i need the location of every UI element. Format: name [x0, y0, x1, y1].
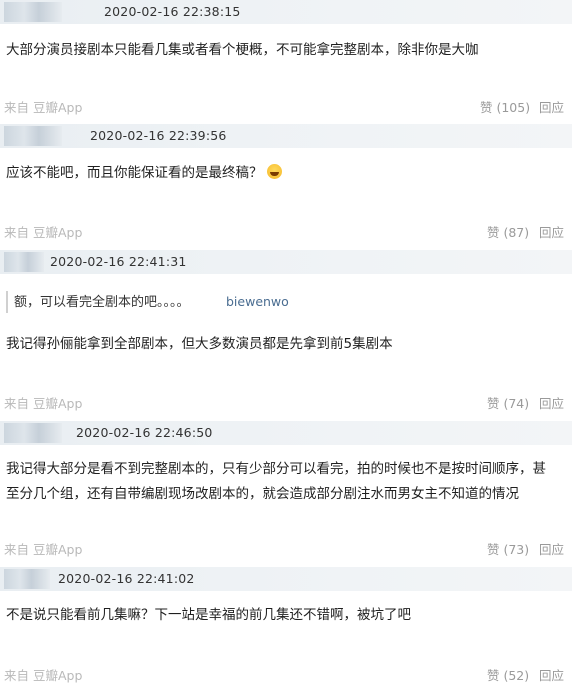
comment-footer: 来自 豆瓣App 赞 (74) 回应: [0, 393, 572, 413]
like-button[interactable]: 赞 (87): [487, 222, 529, 241]
comment-timestamp: 2020-02-16 22:46:50: [76, 425, 213, 440]
comment-text: 大部分演员接剧本只能看几集或者看个梗概，不可能拿完整剧本，除非你是大咖: [6, 42, 479, 58]
comment-header: 2020-02-16 22:39:56: [0, 124, 572, 148]
comment-source: 来自 豆瓣App: [4, 396, 83, 411]
comment-text-line-2: 至分几个组，还有自带编剧现场改剧本的，就会造成部分剧注水而男女主不知道的情况: [6, 486, 519, 502]
avatar[interactable]: [4, 252, 44, 272]
comment-header: 2020-02-16 22:38:15: [0, 0, 572, 24]
comment-source: 来自 豆瓣App: [4, 100, 83, 115]
quoted-text: 额，可以看完全剧本的吧。。。。: [14, 295, 190, 310]
avatar[interactable]: [4, 2, 62, 22]
comment-timestamp: 2020-02-16 22:41:02: [58, 571, 195, 586]
comment-timestamp: 2020-02-16 22:39:56: [90, 128, 227, 143]
quoted-reply: 额，可以看完全剧本的吧。。。。 biewenwo: [6, 291, 414, 313]
reply-button[interactable]: 回应: [539, 665, 564, 684]
comment-text-line-1: 我记得大部分是看不到完整剧本的，只有少部分可以看完，拍的时候也不是按时间顺序，甚: [6, 461, 546, 477]
avatar[interactable]: [4, 569, 50, 589]
reply-button[interactable]: 回应: [539, 222, 564, 241]
comment-source: 来自 豆瓣App: [4, 542, 83, 557]
comment-text: 我记得孙俪能拿到全部剧本，但大多数演员都是先拿到前5集剧本: [6, 336, 393, 352]
comment-source: 来自 豆瓣App: [4, 225, 83, 240]
grinning-sweat-emoji-icon: [266, 164, 282, 179]
comment-footer: 来自 豆瓣App 赞 (105) 回应: [0, 97, 572, 117]
comment-header: 2020-02-16 22:46:50: [0, 421, 572, 445]
reply-button[interactable]: 回应: [539, 539, 564, 558]
comment-text: 不是说只能看前几集嘛？下一站是幸福的前几集还不错啊，被坑了吧: [6, 607, 411, 623]
avatar[interactable]: [4, 423, 62, 443]
comment-header: 2020-02-16 22:41:02: [0, 567, 572, 591]
comment-text: 应该不能吧，而且你能保证看的是最终稿？: [6, 161, 282, 186]
reply-button[interactable]: 回应: [539, 393, 564, 412]
comment-footer: 来自 豆瓣App 赞 (73) 回应: [0, 539, 572, 559]
like-button[interactable]: 赞 (74): [487, 393, 529, 412]
quoted-username-link[interactable]: biewenwo: [226, 291, 289, 313]
like-button[interactable]: 赞 (73): [487, 539, 529, 558]
comment-timestamp: 2020-02-16 22:41:31: [50, 254, 187, 269]
reply-button[interactable]: 回应: [539, 97, 564, 116]
comment-source: 来自 豆瓣App: [4, 668, 83, 683]
comment-timestamp: 2020-02-16 22:38:15: [104, 4, 241, 19]
comment-footer: 来自 豆瓣App 赞 (87) 回应: [0, 222, 572, 242]
comment-footer: 来自 豆瓣App 赞 (52) 回应: [0, 665, 572, 685]
avatar[interactable]: [4, 126, 62, 146]
comment-text-content: 应该不能吧，而且你能保证看的是最终稿？: [6, 165, 263, 181]
like-button[interactable]: 赞 (105): [480, 97, 530, 116]
like-button[interactable]: 赞 (52): [487, 665, 529, 684]
comment-header: 2020-02-16 22:41:31: [0, 250, 572, 274]
